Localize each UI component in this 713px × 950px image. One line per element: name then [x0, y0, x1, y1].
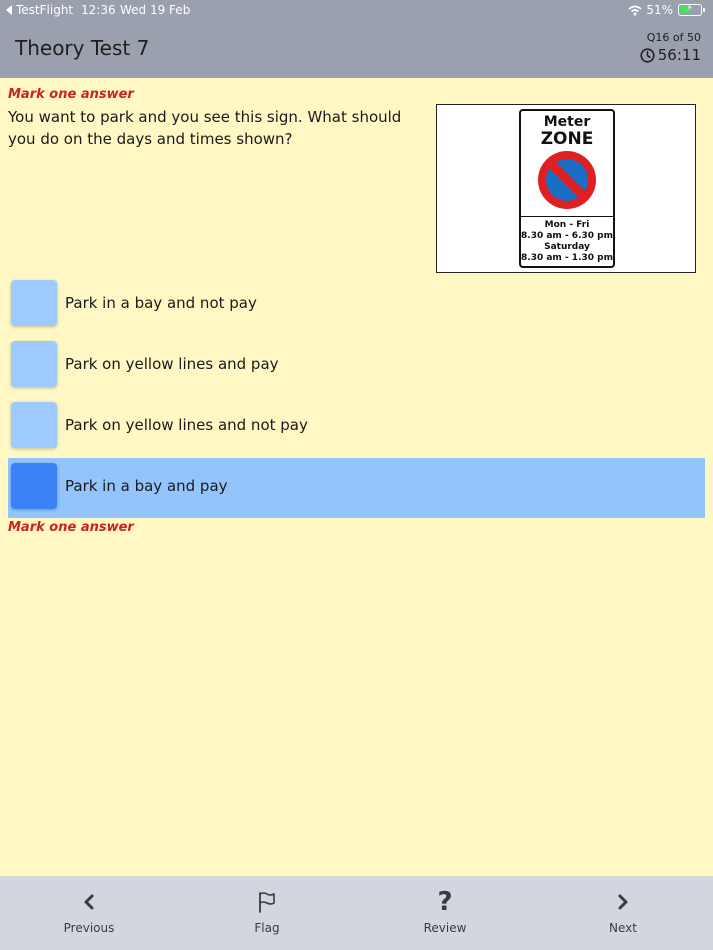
sign-times-panel: Mon - Fri 8.30 am - 6.30 pm Saturday 8.3…: [521, 216, 613, 266]
bottom-toolbar: Previous Flag ? Review Next: [0, 876, 713, 950]
answer-option-1[interactable]: Park in a bay and not pay: [8, 275, 705, 335]
clock-icon: [640, 47, 655, 63]
question-text: You want to park and you see this sign. …: [8, 108, 402, 148]
answer-checkbox[interactable]: [11, 341, 57, 387]
back-app-label: TestFlight: [16, 3, 74, 17]
answer-checkbox[interactable]: [11, 463, 57, 509]
timer-value: 56:11: [657, 46, 701, 64]
test-timer: 56:11: [640, 46, 701, 64]
back-arrow-icon: [6, 5, 12, 15]
next-label: Next: [609, 921, 637, 935]
status-bar: TestFlight 12:36 Wed 19 Feb 51% ⚡: [0, 0, 713, 20]
previous-button[interactable]: Previous: [39, 876, 139, 950]
status-date: Wed 19 Feb: [120, 3, 191, 17]
question-mark-icon: ?: [437, 887, 453, 917]
sign-line-2: ZONE: [540, 129, 594, 149]
no-waiting-sign-icon: [538, 151, 596, 209]
battery-icon: ⚡: [678, 3, 702, 16]
answer-text: Park in a bay and not pay: [65, 294, 257, 312]
wifi-icon: [628, 5, 642, 15]
status-time: 12:36: [81, 3, 116, 17]
mark-one-answer-top: Mark one answer: [8, 87, 134, 102]
answer-checkbox[interactable]: [11, 280, 57, 326]
page-title: Theory Test 7: [15, 36, 150, 60]
previous-label: Previous: [63, 921, 115, 935]
road-sign-image: Meter ZONE Mon - Fri 8.30 am - 6.30 pm S…: [436, 104, 696, 273]
flag-label: Flag: [254, 921, 280, 935]
chevron-left-icon: [84, 894, 94, 910]
app-header: TestFlight 12:36 Wed 19 Feb 51% ⚡ Theory…: [0, 0, 713, 78]
sign-time-line: 8.30 am - 6.30 pm: [521, 231, 613, 241]
answer-option-4[interactable]: Park in a bay and pay: [8, 458, 705, 518]
status-indicators: 51% ⚡: [628, 3, 705, 17]
review-label: Review: [423, 921, 467, 935]
answer-text: Park on yellow lines and not pay: [65, 416, 308, 434]
answer-option-3[interactable]: Park on yellow lines and not pay: [8, 397, 705, 457]
mark-one-answer-bottom: Mark one answer: [8, 520, 134, 535]
flag-button[interactable]: Flag: [217, 876, 317, 950]
back-to-testflight[interactable]: TestFlight: [6, 3, 73, 17]
sign-time-line: Saturday: [544, 242, 590, 252]
chevron-right-icon: [618, 894, 628, 910]
battery-percent: 51%: [646, 3, 673, 17]
sign-line-1: Meter: [543, 114, 591, 130]
meter-zone-sign: Meter ZONE Mon - Fri 8.30 am - 6.30 pm S…: [519, 109, 615, 268]
flag-icon: [259, 892, 275, 913]
next-button[interactable]: Next: [573, 876, 673, 950]
answer-text: Park on yellow lines and pay: [65, 355, 279, 373]
sign-time-line: 8.30 am - 1.30 pm: [521, 253, 613, 263]
answer-option-2[interactable]: Park on yellow lines and pay: [8, 336, 705, 396]
answer-checkbox[interactable]: [11, 402, 57, 448]
review-button[interactable]: ? Review: [395, 876, 495, 950]
question-counter: Q16 of 50: [646, 31, 701, 44]
answer-text: Park in a bay and pay: [65, 477, 228, 495]
sign-time-line: Mon - Fri: [544, 220, 590, 230]
